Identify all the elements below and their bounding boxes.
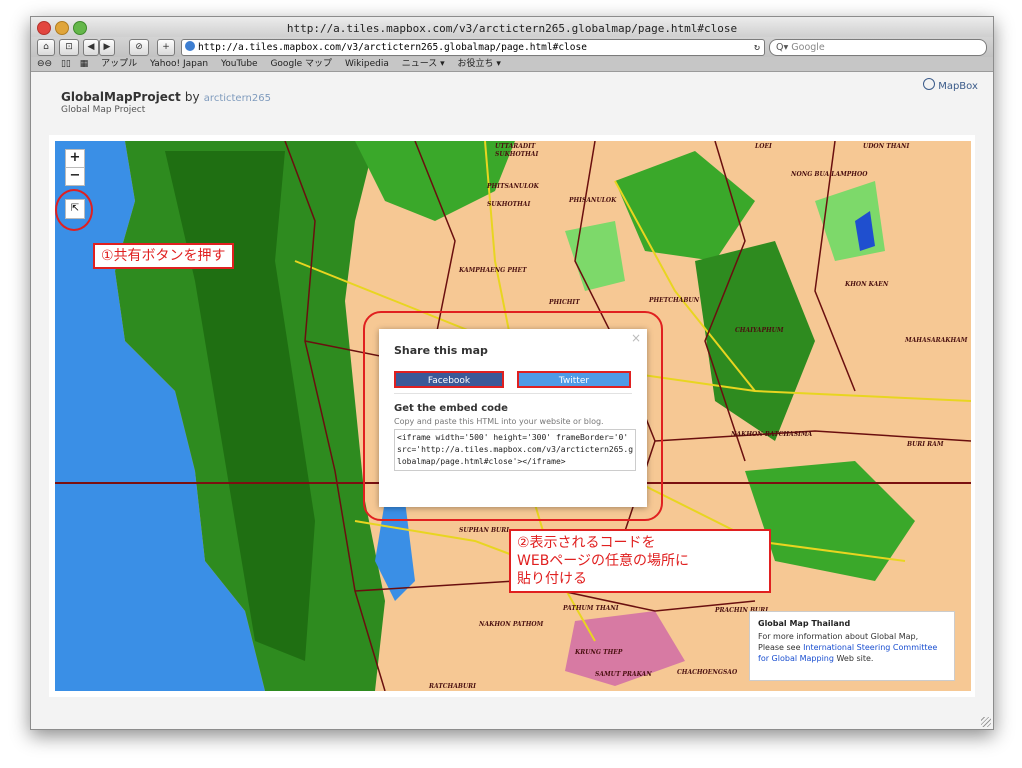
page-content: GlobalMapProject by arctictern265 Global… [31,72,993,729]
zoom-in-button[interactable]: + [65,149,85,168]
map-label: PHICHIT [549,299,580,306]
map-label: KRUNG THEP [575,649,623,656]
map-label: CHAIYAPHUM [735,327,784,334]
home-button[interactable]: ⌂ [37,39,55,56]
mapbox-logo[interactable]: MapBox [923,78,978,92]
bookmark-useful[interactable]: お役立ち ▾ [458,59,501,69]
close-window-button[interactable] [37,21,51,35]
twitter-button[interactable]: Twitter [517,371,631,388]
address-bar[interactable]: http://a.tiles.mapbox.com/v3/arctictern2… [181,39,765,56]
title-bar: http://a.tiles.mapbox.com/v3/arctictern2… [31,17,993,37]
map-label: UTTARADIT [495,143,536,150]
map-canvas[interactable]: UTTARADIT SUKHOTHAI PHITSANULOK SUKHOTHA… [55,141,971,691]
highlight-circle [55,189,93,231]
bookmark-yahoo[interactable]: Yahoo! Japan [150,59,208,69]
mapbox-label: MapBox [938,81,978,92]
bookmark-google-maps[interactable]: Google マップ [270,59,332,69]
attribution-suffix: Web site. [836,654,874,663]
back-button[interactable]: ◀ [83,39,99,56]
search-icon: Q▾ [776,42,789,53]
url-text: http://a.tiles.mapbox.com/v3/arctictern2… [198,42,587,53]
map-label: KHON KAEN [845,281,889,288]
map-frame: UTTARADIT SUKHOTHAI PHITSANULOK SUKHOTHA… [49,135,975,697]
attribution-title: Global Map Thailand [758,619,851,628]
bookmark-wikipedia[interactable]: Wikipedia [345,59,389,69]
map-label: CHACHOENGSAO [677,669,738,676]
attribution-box: Global Map Thailand For more information… [749,611,955,681]
resize-handle[interactable] [981,717,991,727]
browser-toolbar: ⌂ ⊡ ◀ ▶ ⊘ + http://a.tiles.mapbox.com/v3… [31,37,993,57]
bookmark-youtube[interactable]: YouTube [221,59,258,69]
add-bookmark-button[interactable]: + [157,39,175,56]
project-name: GlobalMapProject [61,90,181,104]
site-subtitle: Global Map Project [61,105,146,115]
embed-hint: Copy and paste this HTML into your websi… [394,417,604,426]
block-button[interactable]: ⊘ [129,39,149,56]
embed-code-textarea[interactable]: <iframe width='500' height='300' frameBo… [394,429,636,471]
facebook-button[interactable]: Facebook [394,371,504,388]
map-label: PHETCHABUN [649,297,700,304]
map-label: UDON THANI [863,143,910,150]
forward-button[interactable]: ▶ [99,39,115,56]
map-label: NAKHON RATCHASIMA [731,431,813,438]
map-label: RATCHABURI [429,683,476,690]
map-label: BURI RAM [907,441,944,448]
site-title: GlobalMapProject by arctictern265 [61,90,271,104]
reading-list-icon[interactable]: ⊖⊖ [37,59,52,69]
search-field[interactable]: Q▾ Google [769,39,987,56]
map-label: PHISANULOK [569,197,617,204]
map-label: NAKHON PATHOM [479,621,544,628]
map-label: SUKHOTHAI [495,151,539,158]
zoom-out-button[interactable]: − [65,167,85,186]
step2-text: ②表示されるコードを WEBページの任意の場所に 貼り付ける [517,535,690,587]
step2-callout: ②表示されるコードを WEBページの任意の場所に 貼り付ける [509,529,771,593]
bookmark-news[interactable]: ニュース ▾ [402,59,445,69]
book-icon[interactable]: ▯▯ [61,59,71,69]
bookmarks-bar: ⊖⊖ ▯▯ ▦ アップル Yahoo! Japan YouTube Google… [31,57,993,72]
author-link[interactable]: arctictern265 [204,93,271,104]
map-label: KAMPHAENG PHET [459,267,527,274]
globe-icon [185,41,195,51]
map-label: NONG BUA LAMPHOO [791,171,868,178]
reload-icon[interactable]: ↻ [754,40,760,55]
map-label: SUKHOTHAI [487,201,531,208]
zoom-window-button[interactable] [73,21,87,35]
map-label: SUPHAN BURI [459,527,510,534]
step1-callout: ①共有ボタンを押す [93,243,234,269]
minimize-window-button[interactable] [55,21,69,35]
window-title: http://a.tiles.mapbox.com/v3/arctictern2… [286,22,738,35]
mapbox-icon [923,78,935,90]
map-label: PATHUM THANI [563,605,619,612]
map-label: MAHASARAKHAM [905,337,968,344]
close-icon[interactable]: × [631,331,641,345]
embed-title: Get the embed code [394,403,508,414]
by-text: by [184,90,200,104]
bookmarks-button[interactable]: ⊡ [59,39,79,56]
share-modal: × Share this map Facebook Twitter Get th… [379,329,647,507]
divider [394,393,632,394]
search-placeholder: Google [791,42,825,53]
map-label: LOEI [755,143,772,150]
map-label: PHITSANULOK [487,183,539,190]
map-label: SAMUT PRAKAN [595,671,652,678]
browser-window: http://a.tiles.mapbox.com/v3/arctictern2… [30,16,994,730]
bookmark-apple[interactable]: アップル [101,59,137,69]
share-title: Share this map [394,344,488,357]
grid-icon[interactable]: ▦ [80,59,89,69]
